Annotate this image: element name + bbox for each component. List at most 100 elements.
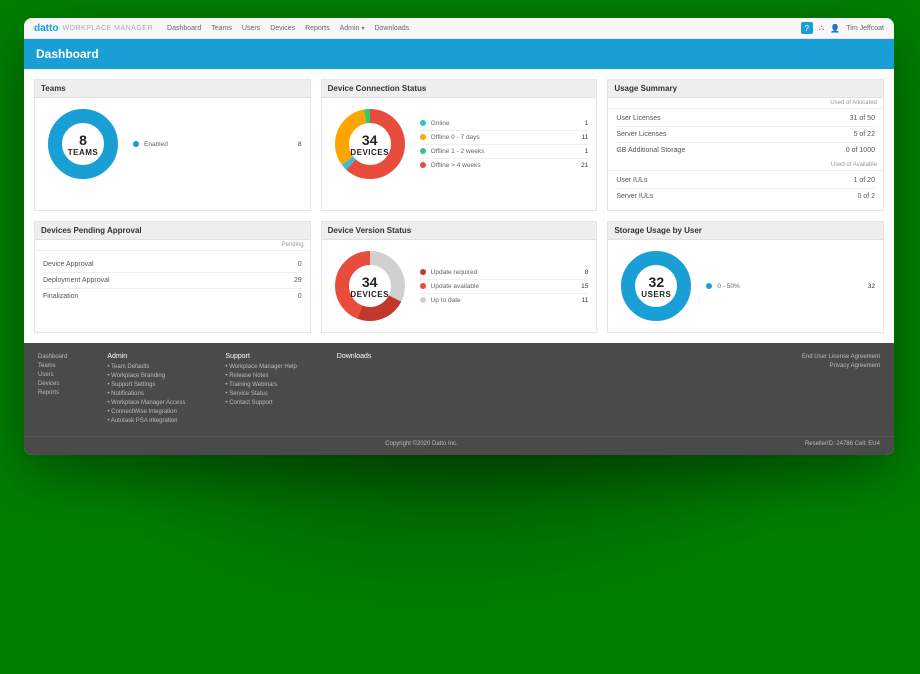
legend-label: Offline 1 - 2 weeks <box>431 148 581 155</box>
nav-devices[interactable]: Devices <box>270 25 295 32</box>
legend-label: Offline > 4 weeks <box>431 162 577 169</box>
teams-count: 8 <box>79 132 87 148</box>
footer-link[interactable]: Service Status <box>225 390 296 399</box>
nav-dashboard[interactable]: Dashboard <box>167 25 201 32</box>
row-value: 31 of 50 <box>850 115 875 122</box>
card-connection: Device Connection Status 34 DEVICES <box>321 79 598 211</box>
footer-link[interactable]: Contact Support <box>225 399 296 408</box>
row-label: User IULs <box>616 177 647 184</box>
legend-value: 15 <box>581 283 588 290</box>
footer-link[interactable]: Workplace Branding <box>107 372 185 381</box>
footer-link[interactable]: End User License Agreement <box>802 353 880 362</box>
pending-sub: Pending <box>35 240 310 251</box>
usage-sub-available: Used of Available <box>608 160 883 171</box>
row-label: Server Licenses <box>616 131 666 138</box>
nav-reports[interactable]: Reports <box>305 25 330 32</box>
nav-users[interactable]: Users <box>242 25 260 32</box>
connection-legend: Online 1 Offline 0 - 7 days 11 Offline 1… <box>420 117 589 172</box>
row-value: 0 of 1000 <box>846 147 875 154</box>
footer-link[interactable]: Autotask PSA Integration <box>107 417 185 426</box>
legend-dot-icon <box>420 162 426 168</box>
user-icon[interactable]: 👤 <box>830 24 840 33</box>
footer-link[interactable]: Notifications <box>107 390 185 399</box>
brand-logo: datto <box>34 23 58 34</box>
topbar: datto WORKPLACE MANAGER Dashboard Teams … <box>24 18 894 39</box>
footer-link[interactable]: Training Webinars <box>225 381 296 390</box>
footer-link[interactable]: Workplace Manager Help <box>225 363 296 372</box>
user-name[interactable]: Tim Jeffcoat <box>846 25 884 32</box>
version-count: 34 <box>362 274 378 290</box>
usage-allocated-rows: User Licenses 31 of 50 Server Licenses 5… <box>608 109 883 160</box>
card-usage: Usage Summary Used of Allocated User Lic… <box>607 79 884 211</box>
page-title: Dashboard <box>24 39 894 69</box>
table-row: Server IULs 0 of 2 <box>616 189 875 204</box>
row-label: Finalization <box>43 293 78 300</box>
legend-dot-icon <box>420 134 426 140</box>
legend-dot-icon <box>420 283 426 289</box>
footer-link[interactable]: Teams <box>38 362 67 371</box>
reseller-info: ResellerID: 24786 Cell: EU4 <box>805 441 880 447</box>
legend-label: Enabled <box>144 141 294 148</box>
legend-dot-icon <box>420 297 426 303</box>
card-pending-title: Devices Pending Approval <box>35 222 310 240</box>
card-teams: Teams 8 TEAMS Enabled 8 <box>34 79 311 211</box>
legend-item: Update required 8 <box>420 266 589 280</box>
legend-item: Offline 1 - 2 weeks 1 <box>420 145 589 159</box>
connection-label: DEVICES <box>350 148 389 157</box>
footer-link[interactable]: Release Notes <box>225 372 296 381</box>
legend-item: Up to date 11 <box>420 294 589 307</box>
table-row: Device Approval 0 <box>43 257 302 273</box>
legend-value: 1 <box>585 148 589 155</box>
brand-subtitle: WORKPLACE MANAGER <box>62 25 153 32</box>
row-label: User Licenses <box>616 115 660 122</box>
storage-count: 32 <box>649 274 665 290</box>
legend-label: Update required <box>431 269 581 276</box>
org-icon[interactable]: ⛬ <box>819 23 825 33</box>
legend-value: 11 <box>582 134 589 141</box>
row-value: 0 <box>298 261 302 268</box>
legend-value: 32 <box>868 283 875 290</box>
row-value: 5 of 22 <box>854 131 875 138</box>
nav-teams[interactable]: Teams <box>211 25 232 32</box>
row-value: 29 <box>294 277 302 284</box>
legend-value: 21 <box>581 162 588 169</box>
main-nav: Dashboard Teams Users Devices Reports Ad… <box>167 25 409 32</box>
version-donut: 34 DEVICES <box>330 246 410 326</box>
copyright: Copyright ©2020 Datto Inc. <box>385 441 457 447</box>
footer-bottom: Copyright ©2020 Datto Inc. ResellerID: 2… <box>24 436 894 455</box>
footer-link[interactable]: Devices <box>38 380 67 389</box>
legend-item: Offline 0 - 7 days 11 <box>420 131 589 145</box>
footer-link[interactable]: Reports <box>38 389 67 398</box>
connection-donut: 34 DEVICES <box>330 104 410 184</box>
footer-link[interactable]: Team Defaults <box>107 363 185 372</box>
table-row: Deployment Approval 29 <box>43 273 302 289</box>
table-row: User IULs 1 of 20 <box>616 173 875 189</box>
nav-admin[interactable]: Admin▾ <box>340 25 365 32</box>
table-row: User Licenses 31 of 50 <box>616 111 875 127</box>
usage-available-rows: User IULs 1 of 20 Server IULs 0 of 2 <box>608 171 883 210</box>
card-storage-title: Storage Usage by User <box>608 222 883 240</box>
footer-link[interactable]: Users <box>38 371 67 380</box>
app-window: datto WORKPLACE MANAGER Dashboard Teams … <box>24 18 894 455</box>
footer-link[interactable]: Support Settings <box>107 381 185 390</box>
footer-link[interactable]: Dashboard <box>38 353 67 362</box>
help-button[interactable]: ? <box>801 22 813 34</box>
legend-value: 11 <box>582 297 589 304</box>
footer-link[interactable]: ConnectWise Integration <box>107 408 185 417</box>
legend-dot-icon <box>420 120 426 126</box>
version-legend: Update required 8 Update available 15 Up… <box>420 266 589 307</box>
footer-downloads-title[interactable]: Downloads <box>337 353 372 360</box>
nav-downloads[interactable]: Downloads <box>374 25 409 32</box>
footer-col-downloads: Downloads <box>337 353 372 426</box>
topbar-right: ? ⛬ 👤 Tim Jeffcoat <box>801 22 884 34</box>
legend-item: 0 - 50% 32 <box>706 280 875 293</box>
legend-label: Online <box>431 120 581 127</box>
teams-donut: 8 TEAMS <box>43 104 123 184</box>
card-connection-title: Device Connection Status <box>322 80 597 98</box>
connection-count: 34 <box>362 132 378 148</box>
footer-link[interactable]: Privacy Agreement <box>802 362 880 371</box>
legend-dot-icon <box>420 269 426 275</box>
footer-col-legal: End User License AgreementPrivacy Agreem… <box>802 353 880 426</box>
footer-link[interactable]: Workplace Manager Access <box>107 399 185 408</box>
legend-item: Offline > 4 weeks 21 <box>420 159 589 172</box>
